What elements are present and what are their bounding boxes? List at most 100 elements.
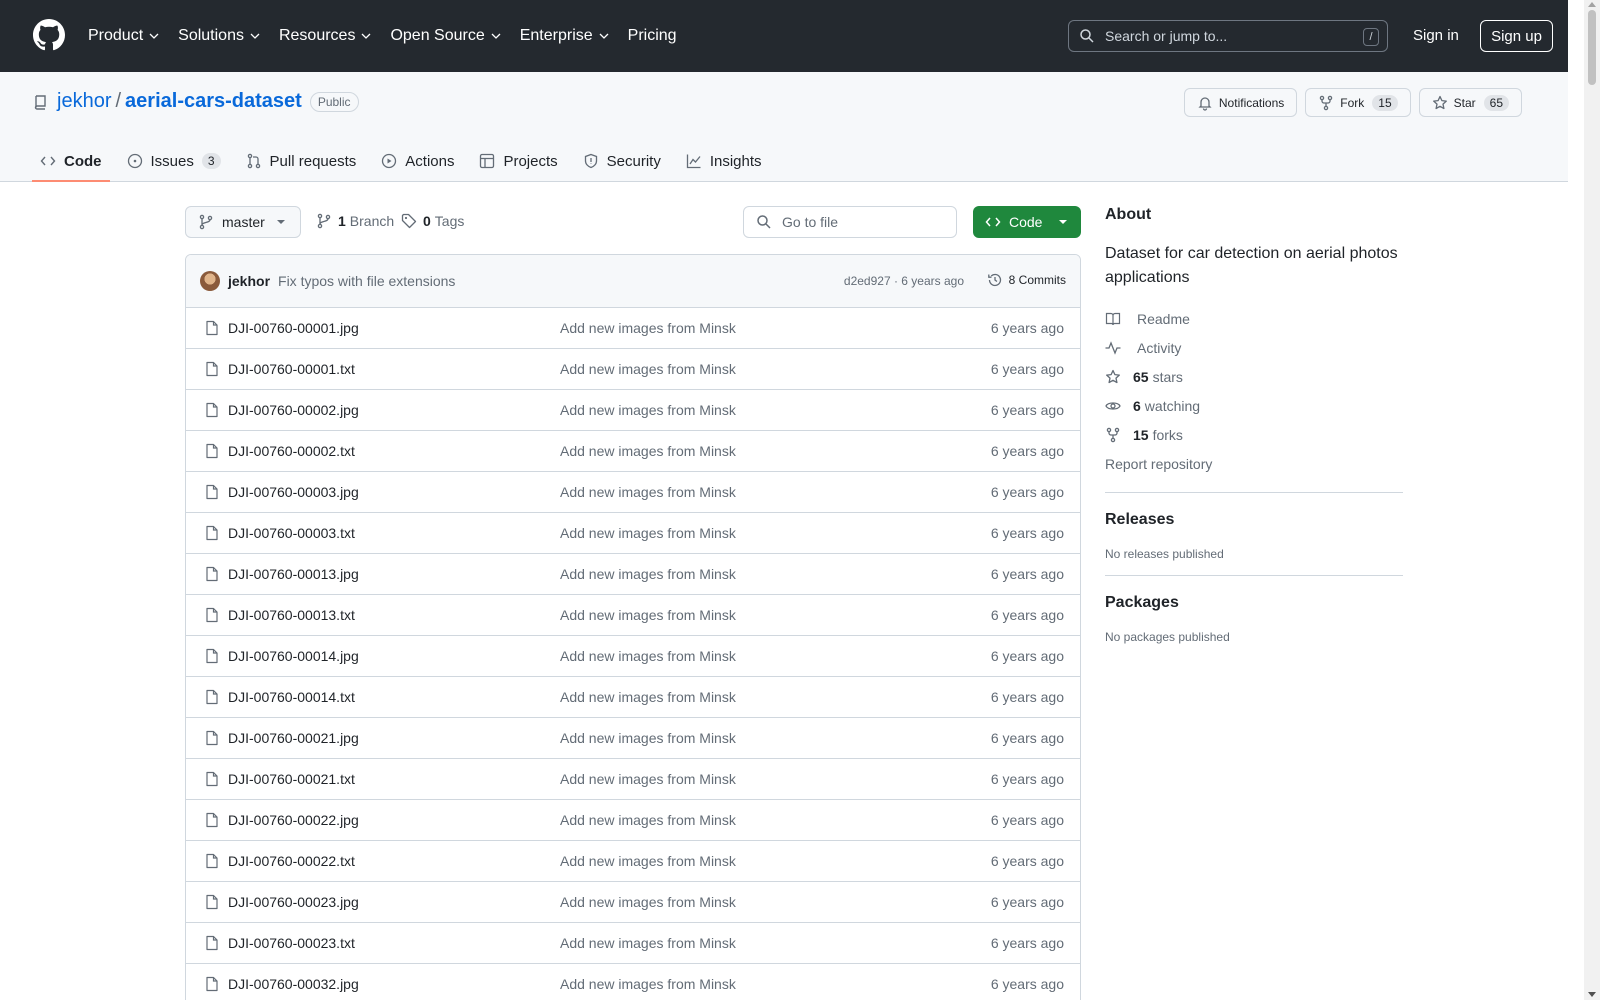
tags-link[interactable]: 0 Tags [401,213,464,229]
avatar[interactable] [200,271,220,291]
releases-heading[interactable]: Releases [1105,511,1403,529]
file-commit-message-link[interactable]: Add new images from Minsk [560,525,736,541]
notifications-button[interactable]: Notifications [1183,88,1298,117]
file-commit-message-link[interactable]: Add new images from Minsk [560,853,736,869]
nav-resources[interactable]: Resources [279,27,372,45]
table-row[interactable]: DJI-00760-00002.txt Add new images from M… [186,431,1080,472]
table-row[interactable]: DJI-00760-00003.jpg Add new images from M… [186,472,1080,513]
table-row[interactable]: DJI-00760-00002.jpg Add new images from M… [186,390,1080,431]
tab-security[interactable]: Security [575,140,669,182]
star-button[interactable]: Star 65 [1418,88,1522,117]
tab-actions[interactable]: Actions [373,140,462,182]
table-row[interactable]: DJI-00760-00001.txt Add new images from M… [186,349,1080,390]
repo-owner-link[interactable]: jekhor [57,90,111,113]
file-name-link[interactable]: DJI-00760-00013.jpg [228,566,359,582]
tab-insights[interactable]: Insights [678,140,770,182]
readme-link[interactable]: Readme [1105,304,1403,333]
tab-pull-requests[interactable]: Pull requests [238,140,365,182]
activity-link[interactable]: Activity [1105,333,1403,362]
file-name-link[interactable]: DJI-00760-00003.jpg [228,484,359,500]
table-row[interactable]: DJI-00760-00021.jpg Add new images from M… [186,718,1080,759]
file-commit-message-link[interactable]: Add new images from Minsk [560,894,736,910]
go-to-file-input[interactable]: Go to file [743,206,957,238]
file-name-link[interactable]: DJI-00760-00002.jpg [228,402,359,418]
tab-code[interactable]: Code [32,140,110,182]
table-row[interactable]: DJI-00760-00013.txt Add new images from M… [186,595,1080,636]
global-search-input[interactable]: Search or jump to... / [1068,20,1388,52]
file-commit-message-link[interactable]: Add new images from Minsk [560,361,736,377]
sign-up-button[interactable]: Sign up [1480,20,1553,52]
file-commit-message-link[interactable]: Add new images from Minsk [560,976,736,992]
file-icon [206,566,218,582]
file-name-link[interactable]: DJI-00760-00003.txt [228,525,355,541]
nav-product[interactable]: Product [88,27,160,45]
stars-link[interactable]: 65 stars [1105,362,1403,391]
file-commit-message-link[interactable]: Add new images from Minsk [560,648,736,664]
file-commit-message-link[interactable]: Add new images from Minsk [560,730,736,746]
tab-projects[interactable]: Projects [471,140,565,182]
file-name-link[interactable]: DJI-00760-00032.jpg [228,976,359,992]
file-name-link[interactable]: DJI-00760-00023.jpg [228,894,359,910]
code-dropdown-button[interactable]: Code [973,206,1081,238]
nav-enterprise[interactable]: Enterprise [520,27,610,45]
report-repository-link[interactable]: Report repository [1105,449,1403,478]
table-row[interactable]: DJI-00760-00021.txt Add new images from M… [186,759,1080,800]
commit-message-link[interactable]: Fix typos with file extensions [278,273,455,289]
scroll-down-arrow-icon[interactable] [1588,992,1596,997]
commits-history-link[interactable]: 8 Commits [987,272,1066,288]
table-row[interactable]: DJI-00760-00003.txt Add new images from M… [186,513,1080,554]
commit-author-link[interactable]: jekhor [228,273,270,289]
scrollbar-thumb[interactable] [1588,10,1596,85]
forks-link[interactable]: 15 forks [1105,420,1403,449]
table-row[interactable]: DJI-00760-00014.txt Add new images from M… [186,677,1080,718]
table-row[interactable]: DJI-00760-00022.jpg Add new images from M… [186,800,1080,841]
table-row[interactable]: DJI-00760-00032.jpg Add new images from M… [186,964,1080,1000]
table-row[interactable]: DJI-00760-00014.jpg Add new images from M… [186,636,1080,677]
file-commit-message-link[interactable]: Add new images from Minsk [560,320,736,336]
sign-in-link[interactable]: Sign in [1413,27,1459,44]
github-logo-icon[interactable] [33,19,65,51]
repo-name-link[interactable]: aerial-cars-dataset [125,90,302,113]
file-name-link[interactable]: DJI-00760-00014.jpg [228,648,359,664]
file-commit-message-link[interactable]: Add new images from Minsk [560,812,736,828]
watching-link[interactable]: 6 watching [1105,391,1403,420]
file-commit-message-link[interactable]: Add new images from Minsk [560,607,736,623]
file-name-link[interactable]: DJI-00760-00001.txt [228,361,355,377]
file-commit-message-link[interactable]: Add new images from Minsk [560,566,736,582]
table-row[interactable]: DJI-00760-00013.jpg Add new images from M… [186,554,1080,595]
table-row[interactable]: DJI-00760-00023.jpg Add new images from M… [186,882,1080,923]
tab-issues[interactable]: Issues 3 [119,140,229,182]
table-row[interactable]: DJI-00760-00023.txt Add new images from M… [186,923,1080,964]
file-name-link[interactable]: DJI-00760-00022.txt [228,853,355,869]
page-scrollbar[interactable] [1584,0,1600,1000]
repo-actions: Notifications Fork 15 Star 65 [1176,88,1522,117]
file-commit-message-link[interactable]: Add new images from Minsk [560,771,736,787]
nav-solutions[interactable]: Solutions [178,27,261,45]
packages-heading[interactable]: Packages [1105,594,1403,612]
table-row[interactable]: DJI-00760-00022.txt Add new images from M… [186,841,1080,882]
table-row[interactable]: DJI-00760-00001.jpg Add new images from M… [186,308,1080,349]
file-name-link[interactable]: DJI-00760-00021.txt [228,771,355,787]
file-name-link[interactable]: DJI-00760-00022.jpg [228,812,359,828]
file-name-link[interactable]: DJI-00760-00002.txt [228,443,355,459]
file-commit-message-link[interactable]: Add new images from Minsk [560,402,736,418]
commit-hash-and-age[interactable]: d2ed927 · 6 years ago [844,274,964,288]
file-name-link[interactable]: DJI-00760-00023.txt [228,935,355,951]
file-name-link[interactable]: DJI-00760-00021.jpg [228,730,359,746]
file-name-link[interactable]: DJI-00760-00001.jpg [228,320,359,336]
file-commit-message-link[interactable]: Add new images from Minsk [560,484,736,500]
nav-open-source[interactable]: Open Source [390,27,501,45]
scroll-up-arrow-icon[interactable] [1588,2,1596,7]
file-name-link[interactable]: DJI-00760-00013.txt [228,607,355,623]
branches-link[interactable]: 1 Branch [316,213,394,229]
fork-button[interactable]: Fork 15 [1305,88,1411,117]
file-age: 6 years ago [990,648,1064,664]
tab-projects-label: Projects [503,152,558,170]
branch-selector[interactable]: master [185,206,301,238]
file-name-link[interactable]: DJI-00760-00014.txt [228,689,355,705]
file-commit-message-link[interactable]: Add new images from Minsk [560,689,736,705]
nav-pricing[interactable]: Pricing [628,27,677,45]
file-icon-wrap [204,771,220,787]
file-commit-message-link[interactable]: Add new images from Minsk [560,935,736,951]
file-commit-message-link[interactable]: Add new images from Minsk [560,443,736,459]
